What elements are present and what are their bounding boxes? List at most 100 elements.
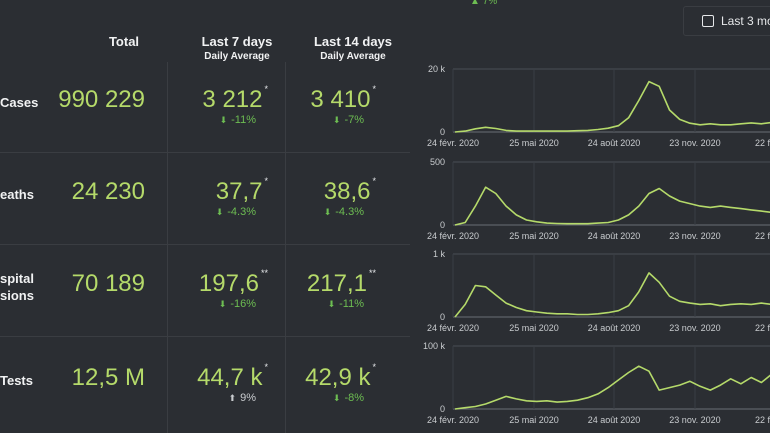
arrow-down-icon: ⬇: [332, 393, 341, 403]
change-text: -11%: [339, 298, 364, 310]
header-last7-sub: Daily Average: [204, 51, 270, 62]
avg14-number: 38,6: [323, 178, 371, 205]
header-last7-label: Last 7 days: [201, 34, 273, 49]
total-value: 12,5 M: [71, 364, 145, 391]
line-chart: 0 20 k 24 févr. 2020 25 mai 2020 24 août 202…: [427, 64, 770, 148]
x-tick-label: 22 févr. 20: [755, 138, 770, 148]
change-text: -16%: [230, 298, 256, 310]
chg14-change: ⬇ -8%: [274, 392, 364, 404]
header-last14-label: Last 14 days: [313, 34, 393, 49]
chg14-change: ⬇ -4.3%: [274, 206, 364, 218]
total-value: 24 230: [71, 178, 145, 205]
row-divider: [0, 152, 410, 153]
change-text: -8%: [344, 392, 364, 404]
total-value: 990 229: [58, 86, 145, 113]
y-tick-label: 100 k: [423, 341, 446, 351]
x-tick-label: 24 août 2020: [588, 323, 641, 333]
series-line: [454, 80, 770, 133]
series-line: [454, 365, 770, 410]
x-tick-label: 22 févr. 20: [755, 415, 770, 425]
avg7-value: 37,7 *: [148, 176, 268, 206]
footnote-marker: *: [372, 84, 376, 94]
x-tick-label: 25 mai 2020: [509, 138, 559, 148]
row-label: eaths: [0, 187, 34, 202]
arrow-down-icon: ⬇: [215, 207, 224, 217]
chart-panel: 0 100 k 24 févr. 2020 25 mai 2020 24 août 20…: [413, 337, 770, 429]
row-label: Cases: [0, 95, 39, 110]
line-chart: 0 500 24 févr. 2020 25 mai 2020 24 août 2020…: [427, 157, 770, 241]
avg7-number: 3 212: [202, 86, 263, 113]
x-tick-label: 23 nov. 2020: [669, 138, 720, 148]
x-tick-label: 25 mai 2020: [509, 323, 559, 333]
avg14-value: 217,1 **: [256, 268, 376, 298]
y-tick-label: 0: [440, 312, 445, 322]
chg14-change: ⬇ -7%: [274, 114, 364, 126]
filter-label: Last 3 mo: [721, 14, 770, 28]
footnote-marker: *: [372, 176, 376, 186]
chg14-change: ⬇ -11%: [274, 298, 364, 310]
y-tick-label: 500: [430, 157, 445, 167]
arrow-down-icon: ⬇: [218, 299, 227, 309]
last-3-months-filter[interactable]: Last 3 mo: [683, 6, 770, 36]
change-text: -4.3%: [335, 206, 364, 218]
header-last7: Last 7 days Daily Average: [186, 34, 288, 62]
change-text: 9%: [240, 392, 256, 404]
footnote-marker: *: [372, 362, 376, 372]
arrow-down-icon: ⬇: [323, 207, 332, 217]
chg7-change: ⬇ -11%: [166, 114, 256, 126]
arrow-up-icon: ⬆: [228, 393, 237, 403]
x-tick-label: 25 mai 2020: [509, 415, 559, 425]
row-divider: [0, 336, 410, 337]
change-text: -4.3%: [227, 206, 256, 218]
y-tick-label: 1 k: [433, 249, 446, 259]
avg14-value: 3 410 *: [256, 84, 376, 114]
change-text: -11%: [231, 114, 256, 126]
header-last14: Last 14 days Daily Average: [302, 34, 404, 62]
x-tick-label: 22 févr. 20: [755, 323, 770, 333]
line-chart: 0 100 k 24 févr. 2020 25 mai 2020 24 août 20…: [423, 341, 770, 425]
avg7-number: 44,7 k: [197, 364, 263, 391]
avg14-number: 217,1: [306, 270, 367, 297]
avg7-value: 3 212 *: [148, 84, 268, 114]
avg7-number: 197,6: [198, 270, 259, 297]
series-line: [454, 186, 770, 226]
change-text: -7%: [344, 114, 364, 126]
row-label: Tests: [0, 373, 33, 388]
x-tick-label: 23 nov. 2020: [669, 323, 720, 333]
avg14-number: 42,9 k: [305, 364, 371, 391]
arrow-down-icon: ⬇: [327, 299, 336, 309]
chart-panel: 0 500 24 févr. 2020 25 mai 2020 24 août 2020…: [413, 153, 770, 245]
chg7-change: ⬇ -4.3%: [166, 206, 256, 218]
footnote-marker: **: [368, 268, 376, 278]
header-total-label: Total: [108, 34, 140, 49]
arrow-up-icon: ▲: [470, 0, 483, 7]
top-change-stub: ▲ 7%: [470, 0, 497, 7]
x-tick-label: 23 nov. 2020: [669, 231, 720, 241]
y-tick-label: 0: [440, 220, 445, 230]
chg7-change: ⬆ 9%: [166, 392, 256, 404]
arrow-down-icon: ⬇: [219, 115, 228, 125]
avg14-value: 38,6 *: [256, 176, 376, 206]
x-tick-label: 24 févr. 2020: [427, 138, 479, 148]
chart-panel: 0 1 k 24 févr. 2020 25 mai 2020 24 août 2020…: [413, 245, 770, 337]
total-value: 70 189: [71, 270, 145, 297]
avg14-value: 42,9 k *: [256, 362, 376, 392]
avg7-value: 197,6 **: [148, 268, 268, 298]
header-total: Total: [98, 34, 150, 49]
avg7-value: 44,7 k *: [148, 362, 268, 392]
avg14-number: 3 410: [310, 86, 371, 113]
x-tick-label: 25 mai 2020: [509, 231, 559, 241]
checkbox[interactable]: [702, 15, 714, 27]
x-tick-label: 24 août 2020: [588, 231, 641, 241]
y-tick-label: 0: [440, 404, 445, 414]
row-label: spital sions: [0, 271, 34, 303]
chg7-change: ⬇ -16%: [166, 298, 256, 310]
row-divider: [0, 244, 410, 245]
x-tick-label: 24 févr. 2020: [427, 323, 479, 333]
x-tick-label: 23 nov. 2020: [669, 415, 720, 425]
x-tick-label: 24 févr. 2020: [427, 231, 479, 241]
y-tick-label: 20 k: [428, 64, 446, 74]
x-tick-label: 24 août 2020: [588, 415, 641, 425]
header-last14-sub: Daily Average: [320, 51, 386, 62]
x-tick-label: 24 août 2020: [588, 138, 641, 148]
